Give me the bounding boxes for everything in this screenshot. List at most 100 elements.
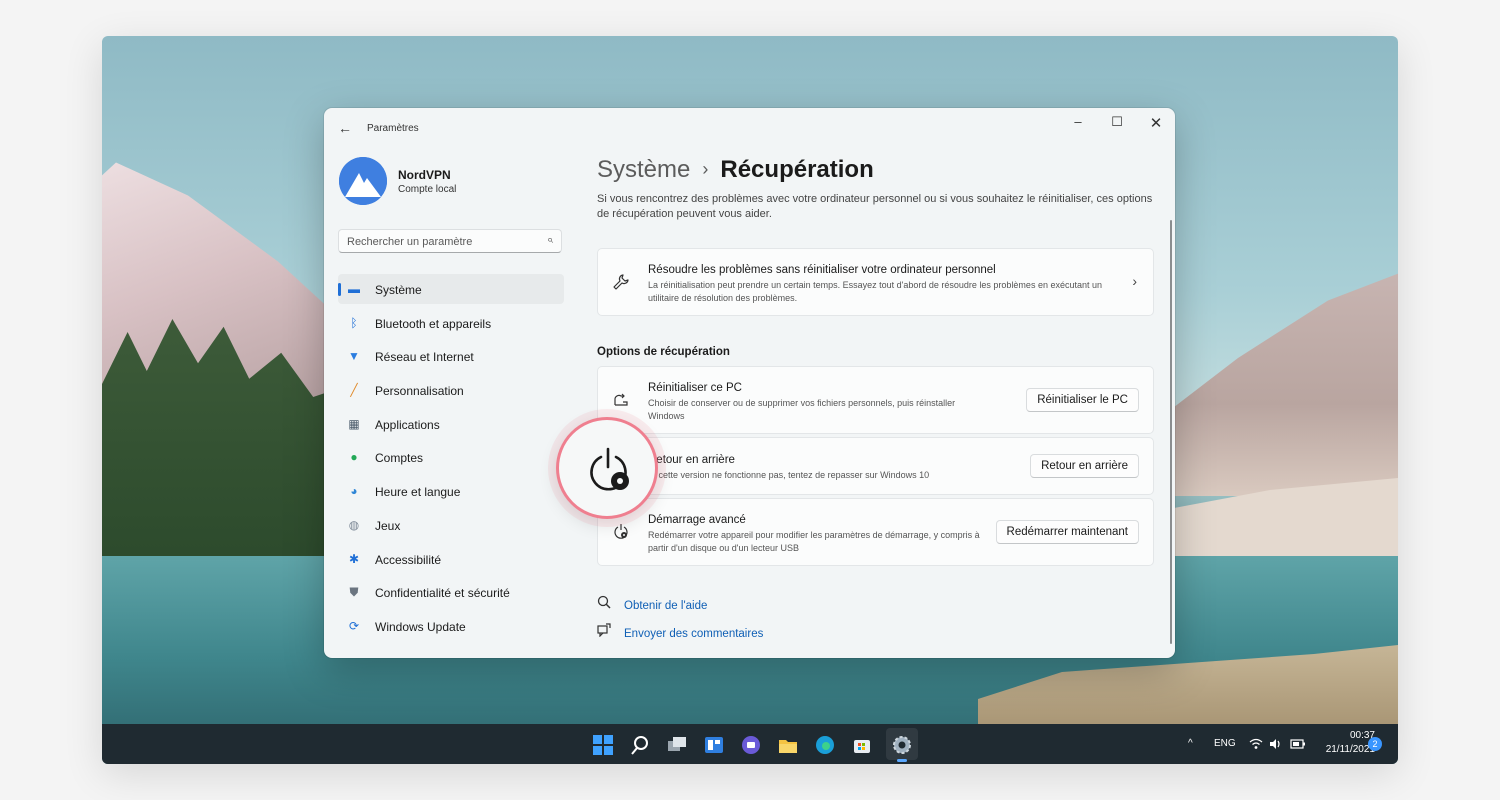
app-title: Paramètres bbox=[367, 123, 419, 134]
taskbar-active-bar bbox=[897, 759, 907, 762]
bluetooth-icon: ᛒ bbox=[350, 315, 358, 330]
sidebar-item-6[interactable]: ◕ Heure et langue bbox=[338, 476, 564, 506]
gamepad-icon: ◍ bbox=[348, 517, 360, 532]
page-title: Récupération bbox=[720, 156, 874, 183]
avatar[interactable] bbox=[339, 157, 387, 205]
option-title: Réinitialiser ce PC bbox=[648, 382, 742, 394]
sidebar-item-label: Bluetooth et appareils bbox=[375, 316, 492, 331]
sidebar-item-label: Réseau et Internet bbox=[375, 350, 474, 365]
troubleshoot-card[interactable]: Résoudre les problèmes sans réinitialise… bbox=[597, 248, 1154, 316]
wifi-icon[interactable] bbox=[1249, 738, 1263, 753]
option-go-back: Retour en arrière Si cette version ne fo… bbox=[597, 437, 1154, 495]
sidebar-item-label: Confidentialité et sécurité bbox=[375, 586, 510, 601]
person-icon: ● bbox=[350, 450, 358, 465]
sidebar-item-label: Windows Update bbox=[375, 619, 466, 634]
start-icon[interactable] bbox=[592, 734, 614, 756]
settings-gear-icon[interactable] bbox=[891, 734, 913, 756]
apps-icon: ▦ bbox=[348, 416, 360, 431]
option-title: Démarrage avancé bbox=[648, 514, 746, 526]
advanced-startup-icon bbox=[612, 523, 630, 546]
option-title: Retour en arrière bbox=[648, 454, 735, 466]
tray-language[interactable]: ENG bbox=[1214, 738, 1236, 749]
reset-pc-icon bbox=[612, 391, 630, 414]
sidebar-item-3[interactable]: ╱ Personnalisation bbox=[338, 375, 564, 405]
search-icon[interactable] bbox=[629, 734, 651, 756]
sidebar-nav: ▬ Système ᛒ Bluetooth et appareils ▼ Réseau e… bbox=[338, 274, 564, 645]
minimize-button[interactable]: – bbox=[1063, 114, 1093, 129]
sidebar-item-label: Jeux bbox=[375, 518, 401, 533]
sidebar-item-4[interactable]: ▦ Applications bbox=[338, 409, 564, 439]
widgets-icon[interactable] bbox=[703, 734, 725, 756]
sidebar-item-2[interactable]: ▼ Réseau et Internet bbox=[338, 341, 564, 371]
option-reset-pc: Réinitialiser ce PC Choisir de conserver… bbox=[597, 366, 1154, 434]
taskbar: ^ ENG 00:37 21/11/2021 2 bbox=[102, 724, 1398, 764]
send-feedback-label[interactable]: Envoyer des commentaires bbox=[624, 628, 763, 640]
title-bar: ← Paramètres – ☐ ✕ bbox=[324, 108, 1175, 148]
sidebar-item-label: Heure et langue bbox=[375, 485, 461, 500]
edge-icon[interactable] bbox=[814, 734, 836, 756]
sidebar-item-1[interactable]: ᛒ Bluetooth et appareils bbox=[338, 308, 564, 338]
globe-icon: ◕ bbox=[350, 484, 358, 499]
help-icon bbox=[597, 595, 615, 612]
sidebar-item-8[interactable]: ✱ Accessibilité bbox=[338, 544, 564, 574]
option-advanced-startup: Démarrage avancé Redémarrer votre appare… bbox=[597, 498, 1154, 566]
get-help-label[interactable]: Obtenir de l'aide bbox=[624, 600, 707, 612]
search-input[interactable]: Rechercher un paramètre ⌕ bbox=[338, 229, 562, 253]
reset-pc-button[interactable]: Réinitialiser le PC bbox=[1026, 388, 1139, 412]
profile-account-type: Compte local bbox=[398, 184, 457, 195]
sidebar-item-label: Personnalisation bbox=[375, 384, 464, 399]
wifi-icon: ▼ bbox=[348, 349, 360, 364]
option-description: Choisir de conserver ou de supprimer vos… bbox=[648, 398, 956, 421]
notification-badge[interactable]: 2 bbox=[1368, 737, 1382, 751]
task-view-icon[interactable] bbox=[666, 734, 688, 756]
clock-date[interactable]: 21/11/2021 bbox=[1315, 744, 1375, 755]
section-title: Options de récupération bbox=[597, 346, 730, 358]
arrow-left-icon[interactable]: ← bbox=[338, 120, 352, 136]
accessibility-icon: ✱ bbox=[348, 551, 360, 566]
sidebar-item-label: Applications bbox=[375, 417, 440, 432]
sidebar-item-5[interactable]: ● Comptes bbox=[338, 442, 564, 472]
sidebar-item-0[interactable]: ▬ Système bbox=[338, 274, 564, 304]
close-button[interactable]: ✕ bbox=[1141, 114, 1171, 132]
magnifier-highlight bbox=[556, 417, 658, 519]
advanced-startup-icon bbox=[590, 447, 629, 491]
scrollbar[interactable] bbox=[1170, 220, 1172, 644]
breadcrumb-root[interactable]: Système bbox=[597, 156, 690, 183]
sidebar-item-label: Comptes bbox=[375, 451, 424, 466]
feedback-icon bbox=[597, 623, 615, 640]
update-icon: ⟳ bbox=[348, 618, 360, 633]
search-placeholder: Rechercher un paramètre bbox=[347, 236, 473, 248]
search-icon: ⌕ bbox=[546, 234, 553, 246]
breadcrumb-separator: › bbox=[702, 159, 709, 179]
send-feedback-link[interactable]: Envoyer des commentaires bbox=[597, 623, 763, 640]
shield-icon: ⛊ bbox=[349, 585, 359, 600]
battery-icon[interactable] bbox=[1290, 738, 1306, 753]
sidebar-item-9[interactable]: ⛊ Confidentialité et sécurité bbox=[338, 577, 564, 607]
brush-icon: ╱ bbox=[350, 383, 358, 398]
teams-chat-icon[interactable] bbox=[740, 734, 762, 756]
troubleshoot-title: Résoudre les problèmes sans réinitialise… bbox=[648, 264, 996, 276]
sidebar-item-7[interactable]: ◍ Jeux bbox=[338, 510, 564, 540]
intro-text: Si vous rencontrez des problèmes avec vo… bbox=[597, 193, 1153, 220]
monitor-icon: ▬ bbox=[348, 282, 360, 296]
option-description: Redémarrer votre appareil pour modifier … bbox=[648, 530, 980, 553]
maximize-button[interactable]: ☐ bbox=[1102, 114, 1132, 130]
file-explorer-icon[interactable] bbox=[777, 734, 799, 756]
store-icon[interactable] bbox=[851, 734, 873, 756]
go-back-button[interactable]: Retour en arrière bbox=[1030, 454, 1139, 478]
troubleshoot-description: La réinitialisation peut prendre un cert… bbox=[648, 280, 1102, 303]
volume-icon[interactable] bbox=[1269, 738, 1283, 753]
restart-now-button[interactable]: Redémarrer maintenant bbox=[995, 520, 1139, 544]
option-description: Si cette version ne fonctionne pas, tent… bbox=[648, 470, 930, 480]
chevron-right-icon: › bbox=[1132, 273, 1137, 289]
wrench-icon bbox=[612, 273, 630, 296]
get-help-link[interactable]: Obtenir de l'aide bbox=[597, 595, 707, 612]
sidebar-item-10[interactable]: ⟳ Windows Update bbox=[338, 611, 564, 641]
sidebar-item-label: Système bbox=[375, 283, 422, 297]
tray-chevron-icon[interactable]: ^ bbox=[1188, 738, 1193, 749]
breadcrumb: Système › Récupération bbox=[597, 156, 874, 184]
scroll-clip bbox=[597, 188, 1167, 194]
profile-name: NordVPN bbox=[398, 168, 451, 182]
settings-window: ← Paramètres – ☐ ✕ NordVPN Compte local … bbox=[324, 108, 1175, 658]
sidebar-item-label: Accessibilité bbox=[375, 552, 442, 567]
